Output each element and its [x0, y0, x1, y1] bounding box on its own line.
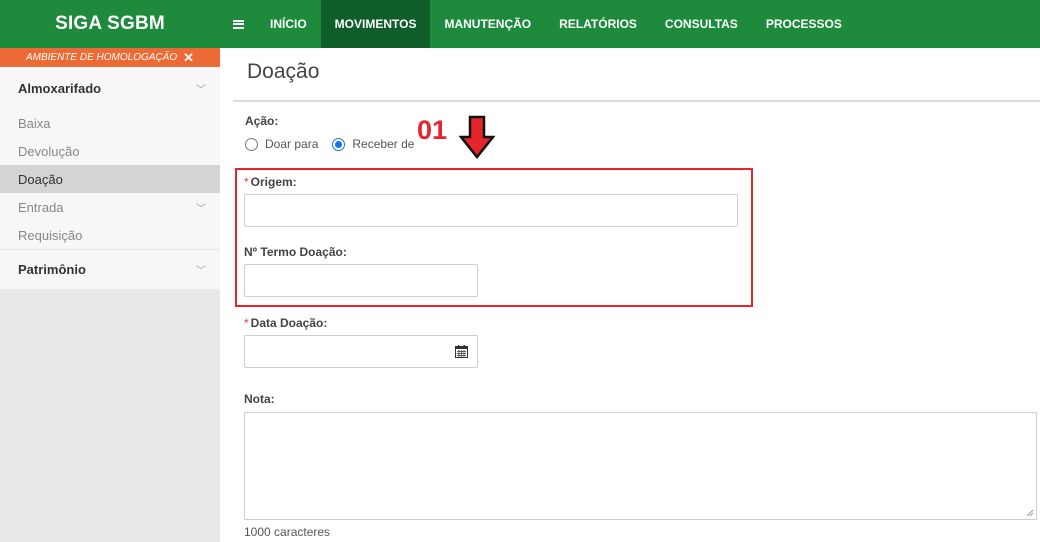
radio-receber-de[interactable] — [332, 137, 346, 151]
sidebar-item-label: Requisição — [18, 227, 83, 243]
origem-label: * Origem: — [244, 175, 297, 189]
sidebar-section-label: Almoxarifado — [18, 80, 102, 96]
radio-doar-para[interactable] — [245, 137, 258, 151]
nav-movimentos[interactable]: MOVIMENTOS — [320, 0, 431, 48]
sidebar-item-label: Baixa — [18, 115, 51, 131]
radio-receber-de-label[interactable]: Receber de — [352, 137, 414, 151]
sidebar-menu: Almoxarifado ﹀ Baixa Devolução Doação En… — [0, 67, 220, 289]
annotation-number: 01 — [417, 115, 448, 145]
nav-manutencao[interactable]: MANUTENÇÃO — [430, 0, 545, 48]
sidebar-section-almoxarifado[interactable]: Almoxarifado ﹀ — [0, 67, 220, 109]
sidebar: AMBIENTE DE HOMOLOGAÇÃO ✕ Almoxarifado ﹀… — [0, 48, 220, 542]
top-navbar: SIGA SGBM INÍCIO MOVIMENTOS MANUTENÇÃO R… — [0, 0, 1040, 48]
nav-relatorios[interactable]: RELATÓRIOS — [545, 0, 651, 48]
origem-label-text: Origem: — [250, 175, 297, 189]
sidebar-section-label: Patrimônio — [18, 262, 86, 277]
environment-banner: AMBIENTE DE HOMOLOGAÇÃO ✕ — [0, 48, 220, 67]
data-doacao-label: * Data Doação: — [244, 316, 327, 330]
sidebar-item-doacao[interactable]: Doação — [0, 165, 220, 193]
data-doacao-input[interactable] — [244, 335, 478, 368]
main-content: Doação Ação: Doar para Receber de 01 * Or… — [220, 48, 1040, 542]
sidebar-item-devolucao[interactable]: Devolução — [0, 137, 220, 165]
environment-label: AMBIENTE DE HOMOLOGAÇÃO — [25, 52, 178, 63]
nota-label: Nota: — [244, 392, 275, 406]
tools-icon: ✕ — [183, 49, 195, 65]
chevron-down-icon: ﹀ — [196, 266, 206, 277]
calendar-icon[interactable] — [455, 345, 468, 358]
nota-textarea[interactable] — [244, 412, 1037, 520]
annotation-arrow-icon — [459, 115, 495, 159]
nav-inicio[interactable]: INÍCIO — [256, 0, 321, 48]
required-mark: * — [244, 316, 249, 330]
sidebar-item-entrada[interactable]: Entrada ﹀ — [0, 193, 220, 221]
hamburger-menu-icon[interactable] — [220, 0, 256, 48]
top-nav: INÍCIO MOVIMENTOS MANUTENÇÃO RELATÓRIOS … — [256, 0, 856, 48]
radio-doar-para-label[interactable]: Doar para — [265, 137, 318, 151]
title-divider — [233, 100, 1040, 102]
chevron-down-icon: ﹀ — [196, 203, 206, 215]
sidebar-item-label: Devolução — [18, 143, 80, 159]
nav-processos[interactable]: PROCESSOS — [752, 0, 856, 48]
nav-consultas[interactable]: CONSULTAS — [651, 0, 752, 48]
page-title: Doação — [247, 60, 320, 83]
character-counter: 1000 caracteres — [244, 525, 331, 539]
acao-radio-group: Doar para Receber de — [245, 137, 424, 151]
sidebar-section-patrimonio[interactable]: Patrimônio ﹀ — [0, 249, 220, 289]
acao-label: Ação: — [245, 114, 279, 128]
sidebar-item-label: Entrada — [18, 199, 64, 215]
termo-label: Nº Termo Doação: — [244, 245, 347, 259]
sidebar-item-baixa[interactable]: Baixa — [0, 109, 220, 137]
required-mark: * — [244, 175, 249, 189]
resize-handle-icon[interactable] — [1026, 509, 1034, 517]
app-brand[interactable]: SIGA SGBM — [0, 0, 220, 48]
origem-input[interactable] — [244, 194, 738, 227]
data-doacao-label-text: Data Doação: — [250, 316, 328, 330]
termo-doacao-input[interactable] — [244, 264, 478, 297]
sidebar-item-label: Doação — [18, 171, 63, 187]
chevron-down-icon: ﹀ — [196, 84, 206, 96]
sidebar-item-requisicao[interactable]: Requisição — [0, 221, 220, 249]
